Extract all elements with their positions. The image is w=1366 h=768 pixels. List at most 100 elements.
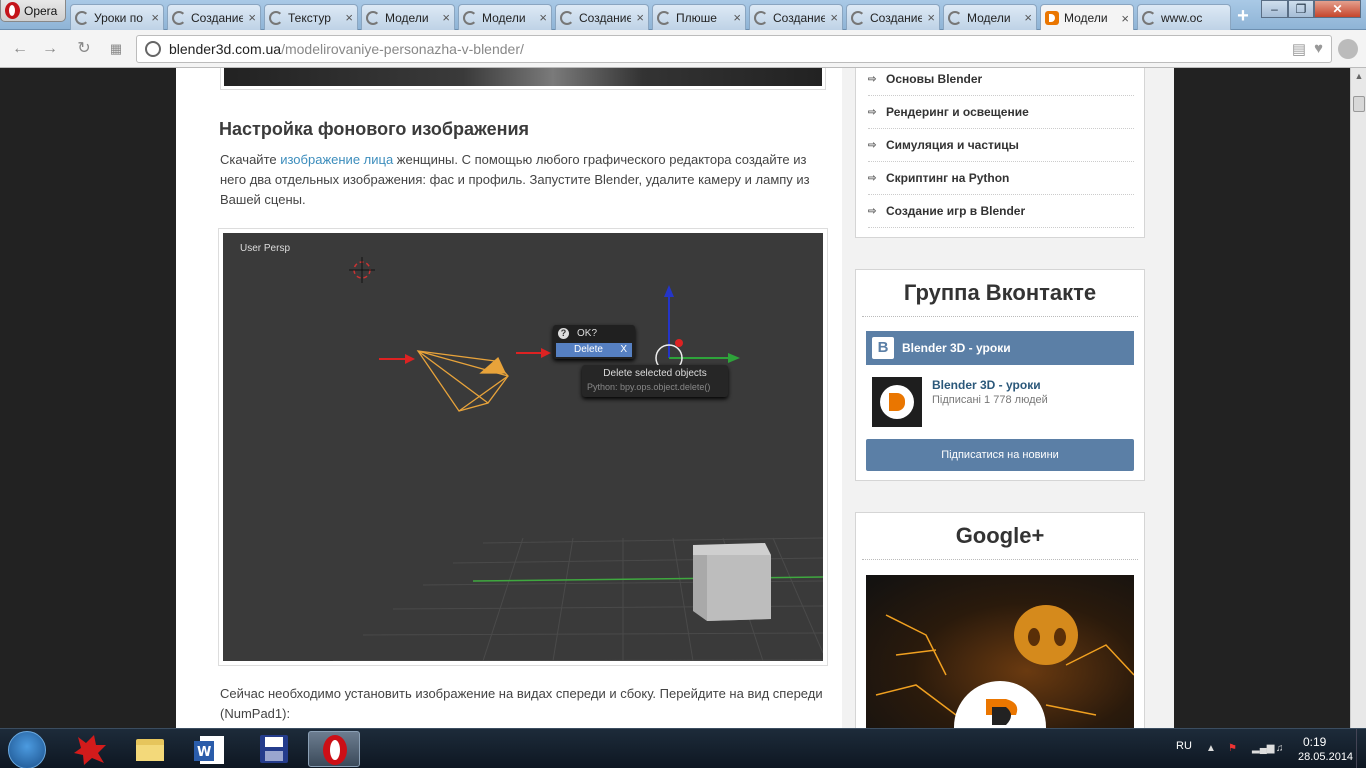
opera-taskbar-icon[interactable] bbox=[308, 731, 360, 767]
vk-group-header[interactable]: B Blender 3D - уроки bbox=[866, 331, 1134, 365]
save-disk-app-icon[interactable] bbox=[248, 731, 300, 767]
tab-title: Уроки по bbox=[94, 10, 143, 25]
downloads-icon[interactable] bbox=[1338, 39, 1358, 59]
browser-tab[interactable]: www.oc bbox=[1137, 4, 1231, 30]
word-app-icon[interactable]: W bbox=[186, 731, 238, 767]
delete-shortcut: X bbox=[620, 344, 627, 355]
category-item[interactable]: ⇨ Создание игр в Blender bbox=[868, 195, 1134, 228]
browser-tab[interactable]: Текстур × bbox=[264, 4, 358, 30]
google-plus-cover-image[interactable] bbox=[866, 575, 1134, 728]
browser-tab[interactable]: Модели × bbox=[361, 4, 455, 30]
browser-tab[interactable]: Создание × bbox=[846, 4, 940, 30]
arrow-right-icon: ⇨ bbox=[868, 205, 877, 217]
vk-title: Группа Вконтакте bbox=[903, 280, 1097, 305]
tab-close-icon[interactable]: × bbox=[345, 10, 353, 25]
new-tab-button[interactable]: + bbox=[1232, 6, 1254, 26]
blender-icon bbox=[1045, 11, 1059, 25]
delete-tooltip: Delete selected objects Python: bpy.ops.… bbox=[582, 365, 728, 397]
blender-screenshot: User Persp ? OK? Delete X Delete selecte… bbox=[218, 228, 828, 666]
google-plus-title: Google+ bbox=[955, 523, 1045, 548]
loading-icon bbox=[560, 10, 574, 25]
paint-splash-app-icon[interactable] bbox=[64, 731, 116, 767]
browser-tab[interactable]: Модели × bbox=[943, 4, 1037, 30]
category-item[interactable]: ⇨ Основы Blender bbox=[868, 68, 1134, 96]
category-item[interactable]: ⇨ Симуляция и частицы bbox=[868, 129, 1134, 162]
file-explorer-icon[interactable] bbox=[124, 731, 176, 767]
article-image-face bbox=[220, 68, 826, 90]
minimize-button[interactable]: – bbox=[1261, 0, 1288, 18]
browser-tab[interactable]: Модели × bbox=[458, 4, 552, 30]
address-field[interactable]: blender3d.com.ua/modelirovaniye-personaz… bbox=[136, 35, 1332, 63]
reader-mode-icon[interactable]: ▤ bbox=[1292, 40, 1306, 58]
arrow-right-icon: ⇨ bbox=[868, 139, 877, 151]
delete-confirm-popup: ? OK? Delete X bbox=[553, 325, 635, 359]
url-host: blender3d.com.ua bbox=[169, 41, 282, 57]
show-desktop-button[interactable] bbox=[1356, 729, 1366, 768]
transform-gizmo bbox=[655, 285, 740, 372]
loading-icon bbox=[269, 10, 283, 25]
tab-close-icon[interactable]: × bbox=[248, 10, 256, 25]
bookmark-heart-icon[interactable]: ♥ bbox=[1314, 40, 1323, 58]
content-wrapper: Настройка фонового изображения Скачайте … bbox=[176, 68, 1174, 728]
loading-icon bbox=[754, 10, 768, 25]
svg-text:W: W bbox=[197, 745, 211, 760]
clock-date[interactable]: 28.05.2014 bbox=[1298, 751, 1353, 763]
maximize-button[interactable]: ❐ bbox=[1288, 0, 1314, 18]
close-window-button[interactable]: ✕ bbox=[1314, 0, 1361, 18]
tab-close-icon[interactable]: × bbox=[927, 10, 935, 25]
vk-widget: Группа Вконтакте B Blender 3D - уроки Bl… bbox=[855, 269, 1145, 481]
tab-close-icon[interactable]: × bbox=[733, 10, 741, 25]
delete-button[interactable]: Delete X bbox=[556, 343, 632, 357]
page-scrollbar[interactable]: ▲ bbox=[1350, 68, 1366, 728]
tab-close-icon[interactable]: × bbox=[1121, 11, 1129, 26]
back-arrow-icon[interactable]: ← bbox=[10, 39, 30, 59]
site-info-icon[interactable] bbox=[145, 41, 161, 57]
arrow-annotation bbox=[379, 348, 551, 364]
tab-close-icon[interactable]: × bbox=[830, 10, 838, 25]
category-item[interactable]: ⇨ Скриптинг на Python bbox=[868, 162, 1134, 195]
category-label: Создание игр в Blender bbox=[886, 204, 1026, 218]
tab-close-icon[interactable]: × bbox=[539, 10, 547, 25]
browser-tab[interactable]: Модели × bbox=[1040, 4, 1134, 31]
volume-icon[interactable]: ♫ bbox=[1276, 743, 1284, 754]
opera-menu-button[interactable]: Opera bbox=[0, 0, 66, 22]
loading-icon bbox=[172, 10, 186, 25]
tab-title: Создание bbox=[579, 10, 632, 25]
speed-dial-grid-icon[interactable]: ▦ bbox=[106, 39, 126, 59]
url-path: /modelirovaniye-personazha-v-blender/ bbox=[281, 41, 524, 57]
viewport-scene bbox=[332, 257, 823, 661]
browser-tab[interactable]: Создание × bbox=[749, 4, 843, 30]
network-signal-icon[interactable]: ▂▄▆ bbox=[1252, 743, 1274, 754]
popup-title: OK? bbox=[577, 328, 598, 339]
loading-icon bbox=[948, 10, 962, 25]
tab-close-icon[interactable]: × bbox=[151, 10, 159, 25]
forward-arrow-icon[interactable]: → bbox=[40, 39, 60, 59]
article-paragraph: Скачайте изображение лица женщины. С пом… bbox=[220, 150, 820, 210]
action-center-flag-icon[interactable]: ⚑ bbox=[1228, 743, 1237, 754]
opera-logo-icon bbox=[5, 2, 20, 19]
category-item[interactable]: ⇨ Рендеринг и освещение bbox=[868, 96, 1134, 129]
browser-tab[interactable]: Уроки по × bbox=[70, 4, 164, 30]
tab-close-icon[interactable]: × bbox=[442, 10, 450, 25]
scroll-up-arrow-icon[interactable]: ▲ bbox=[1351, 68, 1366, 84]
vk-group-name[interactable]: Blender 3D - уроки bbox=[932, 378, 1041, 392]
scroll-thumb[interactable] bbox=[1353, 96, 1365, 112]
windows-start-button[interactable] bbox=[8, 731, 46, 768]
tab-close-icon[interactable]: × bbox=[636, 10, 644, 25]
browser-tab[interactable]: Создание × bbox=[167, 4, 261, 30]
face-image-link[interactable]: изображение лица bbox=[280, 152, 393, 167]
tab-close-icon[interactable]: × bbox=[1024, 10, 1032, 25]
category-list: ⇨ Основы Blender ⇨ Рендеринг и освещение ⇨ Си… bbox=[855, 68, 1145, 238]
vk-subscribe-button[interactable]: Підписатися на новини bbox=[866, 439, 1134, 471]
browser-tab[interactable]: Создание × bbox=[555, 4, 649, 30]
language-indicator[interactable]: RU bbox=[1176, 740, 1192, 752]
tooltip-title: Delete selected objects bbox=[603, 368, 707, 379]
reload-icon[interactable]: ↻ bbox=[74, 39, 94, 59]
show-hidden-icons-icon[interactable]: ▲ bbox=[1206, 743, 1216, 754]
web-page: Настройка фонового изображения Скачайте … bbox=[0, 68, 1350, 728]
clock-time[interactable]: 0:19 bbox=[1303, 735, 1326, 749]
vk-group-avatar[interactable] bbox=[872, 377, 922, 427]
3d-cursor-icon bbox=[349, 257, 375, 283]
browser-tab[interactable]: Плюше × bbox=[652, 4, 746, 30]
arrow-right-icon: ⇨ bbox=[868, 106, 877, 118]
